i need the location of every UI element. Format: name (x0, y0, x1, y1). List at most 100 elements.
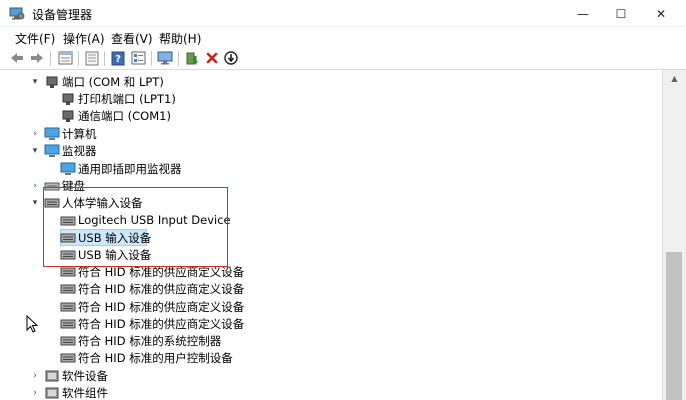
tree-node-software-components[interactable]: › 软件组件 (0, 384, 662, 400)
tree-node-label: 符合 HID 标准的系统控制器 (78, 334, 222, 348)
tree-node-usb-input-1[interactable]: USB 输入设备 (0, 229, 662, 246)
hid-icon (60, 319, 76, 328)
monitor-icon (60, 162, 76, 175)
tree-node-label: 符合 HID 标准的供应商定义设备 (78, 317, 245, 331)
keyboard-icon (44, 182, 60, 190)
collapse-arrow-icon[interactable]: ▾ (30, 77, 40, 87)
tree-node-label: 键盘 (62, 179, 85, 193)
show-hidden-icon (85, 51, 99, 65)
update-driver-button[interactable] (183, 49, 201, 67)
properties-button[interactable] (56, 49, 74, 67)
port-icon (62, 93, 74, 105)
tree-node-monitors[interactable]: ▾ 监视器 (0, 142, 662, 159)
hid-icon (60, 250, 76, 259)
software-component-icon (45, 387, 59, 398)
tree-node-label: 人体学输入设备 (62, 196, 143, 210)
back-icon (11, 53, 23, 63)
back-button[interactable] (8, 49, 26, 67)
svg-text:?: ? (115, 54, 121, 65)
expand-arrow-icon[interactable]: › (30, 388, 40, 398)
toolbar-separator (178, 51, 179, 66)
menu-bar: 文件(F) 操作(A) 查看(V) 帮助(H) (0, 27, 686, 47)
tree-node-pnp-monitor[interactable]: 通用即插即用监视器 (0, 160, 662, 177)
tree-node-hid-vendor-3[interactable]: 符合 HID 标准的供应商定义设备 (0, 298, 662, 315)
scan-hardware-button[interactable] (156, 49, 174, 67)
tree-node-label: 软件设备 (62, 369, 108, 383)
tree-node-ports[interactable]: ▾ 端口 (COM 和 LPT) (0, 73, 662, 90)
tree-node-label: 通信端口 (COM1) (78, 109, 171, 123)
hid-icon (60, 302, 76, 311)
tree-node-computer[interactable]: › 计算机 (0, 125, 662, 142)
monitor-icon (44, 144, 60, 157)
toolbar-separator (151, 51, 152, 66)
list-icon (131, 51, 145, 65)
tree-node-label: 符合 HID 标准的用户控制设备 (78, 351, 233, 365)
tree-node-label: Logitech USB Input Device (78, 213, 231, 227)
forward-button[interactable] (28, 49, 46, 67)
hid-icon (60, 267, 76, 276)
tree-node-lpt1[interactable]: 打印机端口 (LPT1) (0, 90, 662, 107)
hid-icon (60, 353, 76, 362)
tree-node-software-devices[interactable]: › 软件设备 (0, 367, 662, 384)
port-icon (46, 76, 58, 88)
tree-node-keyboards[interactable]: › 键盘 (0, 177, 662, 194)
collapse-arrow-icon[interactable]: ▾ (30, 146, 40, 156)
tree-node-hid-system-controller[interactable]: 符合 HID 标准的系统控制器 (0, 332, 662, 349)
tree-node-label: USB 输入设备 (78, 248, 152, 262)
maximize-icon: ☐ (615, 6, 627, 21)
uninstall-button[interactable] (203, 49, 221, 67)
tree-node-label: 符合 HID 标准的供应商定义设备 (78, 300, 245, 314)
toolbar-separator (78, 51, 79, 66)
port-icon (62, 110, 74, 122)
disable-button[interactable] (222, 49, 240, 67)
menu-view[interactable]: 查看(V) (111, 30, 153, 47)
expand-arrow-icon[interactable]: › (30, 181, 40, 191)
tree-node-label: 符合 HID 标准的供应商定义设备 (78, 282, 245, 296)
hid-icon (60, 284, 76, 293)
tree-node-com1[interactable]: 通信端口 (COM1) (0, 107, 662, 124)
tree-node-logitech[interactable]: Logitech USB Input Device (0, 212, 662, 229)
forward-icon (31, 53, 43, 63)
tree-node-hid-vendor-2[interactable]: 符合 HID 标准的供应商定义设备 (0, 280, 662, 297)
help-button[interactable]: ? (109, 49, 127, 67)
tree-node-hid-vendor-4[interactable]: 符合 HID 标准的供应商定义设备 (0, 315, 662, 332)
vertical-scrollbar[interactable]: ▲ (662, 70, 686, 400)
minimize-icon: — (577, 6, 589, 21)
toolbar: ? (0, 47, 686, 70)
tree-node-label: USB 输入设备 (78, 231, 152, 245)
tree-node-label: 计算机 (62, 127, 97, 141)
expand-arrow-icon[interactable]: › (30, 129, 40, 139)
show-hidden-button[interactable] (83, 49, 101, 67)
computer-icon (44, 127, 60, 140)
list-view-button[interactable] (129, 49, 147, 67)
hid-icon (60, 336, 76, 345)
close-button[interactable]: ✕ (638, 0, 684, 27)
scroll-up-arrow-icon[interactable]: ▲ (663, 70, 686, 87)
update-driver-icon (186, 52, 198, 65)
device-manager-icon (9, 7, 25, 20)
title-bar: 设备管理器 — ☐ ✕ (0, 0, 686, 27)
expand-arrow-icon[interactable]: › (30, 371, 40, 381)
tree-node-label: 符合 HID 标准的供应商定义设备 (78, 265, 245, 279)
uninstall-icon (206, 52, 218, 64)
hid-icon (60, 216, 76, 225)
tree-node-usb-input-2[interactable]: USB 输入设备 (0, 246, 662, 263)
menu-help[interactable]: 帮助(H) (159, 30, 201, 47)
help-icon: ? (111, 51, 125, 65)
scrollbar-thumb[interactable] (666, 252, 682, 400)
close-icon: ✕ (655, 6, 667, 21)
tree-node-label: 软件组件 (62, 386, 108, 400)
tree-node-hid-vendor-1[interactable]: 符合 HID 标准的供应商定义设备 (0, 263, 662, 280)
disable-icon (224, 51, 238, 65)
menu-file[interactable]: 文件(F) (15, 30, 55, 47)
window-title: 设备管理器 (32, 8, 93, 22)
toolbar-separator (104, 51, 105, 66)
tree-node-hid-consumer-control[interactable]: 符合 HID 标准的用户控制设备 (0, 349, 662, 366)
software-device-icon (45, 370, 59, 381)
tree-node-hid[interactable]: ▾ 人体学输入设备 (0, 194, 662, 211)
tree-node-label: 通用即插即用监视器 (78, 162, 182, 176)
collapse-arrow-icon[interactable]: ▾ (30, 198, 40, 208)
tree-node-label: 打印机端口 (LPT1) (78, 92, 176, 106)
menu-action[interactable]: 操作(A) (63, 30, 105, 47)
toolbar-separator (50, 51, 51, 66)
